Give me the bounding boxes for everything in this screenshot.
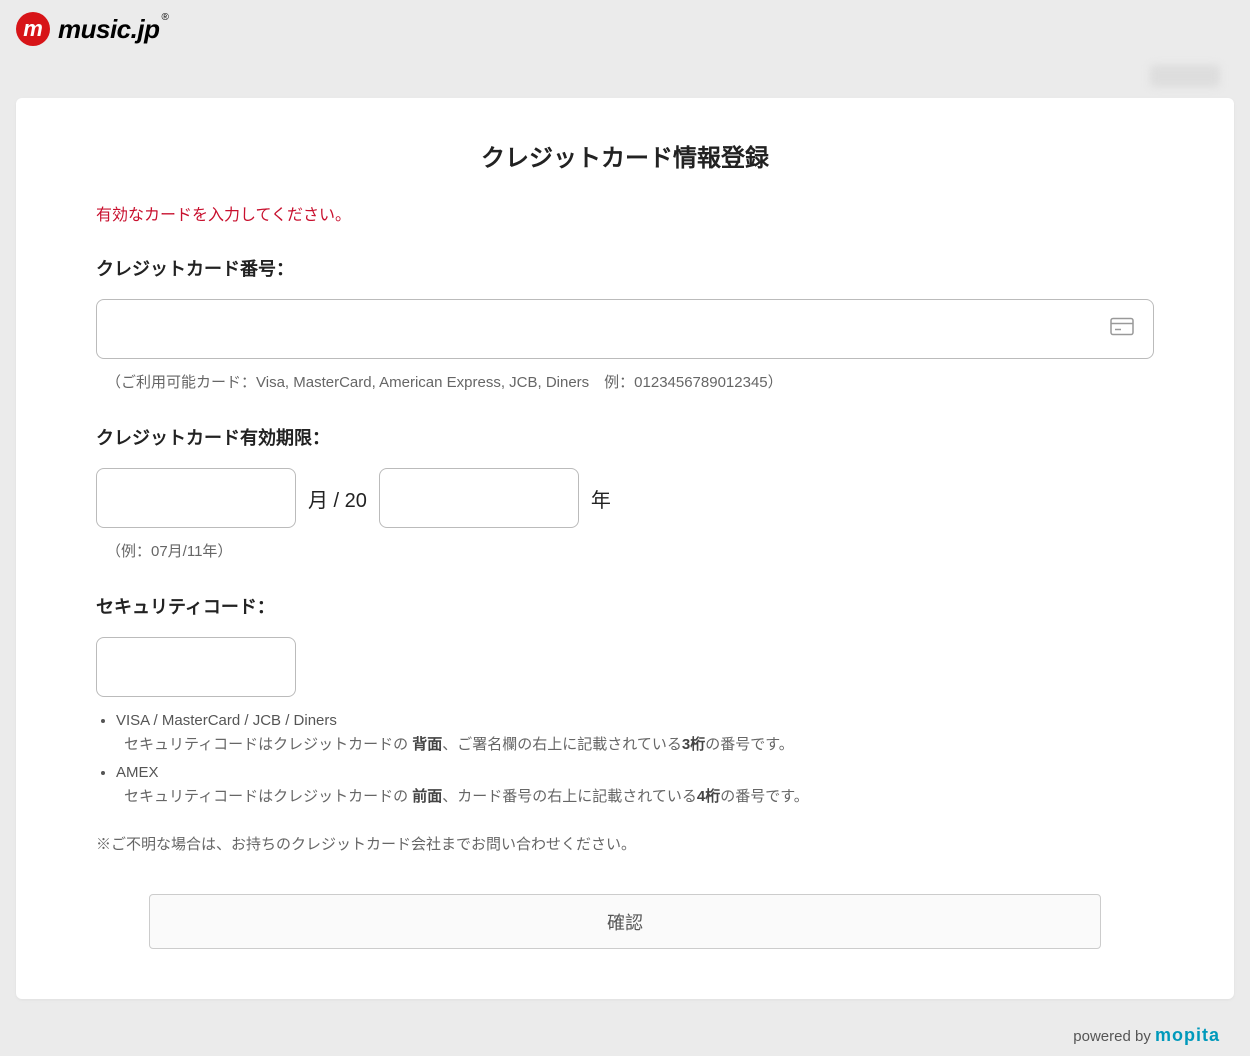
expiry-year-input[interactable] [379,468,579,528]
expiry-month-suffix: 月 / 20 [308,484,367,513]
expiry-label: クレジットカード有効期限： [96,424,1154,450]
cc-number-input[interactable] [96,299,1154,359]
security-info-list: VISA / MasterCard / JCB / Diners セキュリティコ… [96,709,1154,809]
mopita-brand: mopita [1155,1025,1220,1045]
error-message: 有効なカードを入力してください。 [96,201,1154,225]
credit-card-icon [1110,318,1134,341]
form-card: クレジットカード情報登録 有効なカードを入力してください。 クレジットカード番号… [16,98,1234,999]
logo-mark: m [16,12,50,46]
cc-number-label: クレジットカード番号： [96,255,1154,281]
logo-registered: ® [161,12,168,23]
expiry-hint: （例：07月/11年） [96,540,1154,561]
expiry-row: 月 / 20 年 [96,468,1154,528]
logo-text: music.jp [58,14,159,45]
security-code-input[interactable] [96,637,296,697]
blurred-area [1150,65,1220,87]
security-info-item: AMEX セキュリティコードはクレジットカードの 前面、カード番号の右上に記載さ… [116,761,1154,809]
header: m music.jp ® [0,0,1250,58]
security-label: セキュリティコード： [96,593,1154,619]
security-card-type: VISA / MasterCard / JCB / Diners [116,712,337,729]
cc-number-wrap [96,299,1154,359]
security-desc: セキュリティコードはクレジットカードの 背面、ご署名欄の右上に記載されている3桁… [116,733,1154,757]
security-card-type: AMEX [116,764,159,781]
cc-number-hint: （ご利用可能カード：Visa, MasterCard, American Exp… [96,371,1154,392]
powered-by-text: powered by [1073,1028,1155,1045]
page-title: クレジットカード情報登録 [96,138,1154,173]
footer: powered by mopita [0,1015,1250,1056]
security-desc: セキュリティコードはクレジットカードの 前面、カード番号の右上に記載されている4… [116,785,1154,809]
expiry-year-suffix: 年 [591,484,611,513]
security-note: ※ご不明な場合は、お持ちのクレジットカード会社までお問い合わせください。 [96,833,1154,854]
logo[interactable]: m music.jp ® [16,12,167,46]
confirm-button[interactable]: 確認 [149,894,1101,949]
security-info-item: VISA / MasterCard / JCB / Diners セキュリティコ… [116,709,1154,757]
expiry-month-input[interactable] [96,468,296,528]
